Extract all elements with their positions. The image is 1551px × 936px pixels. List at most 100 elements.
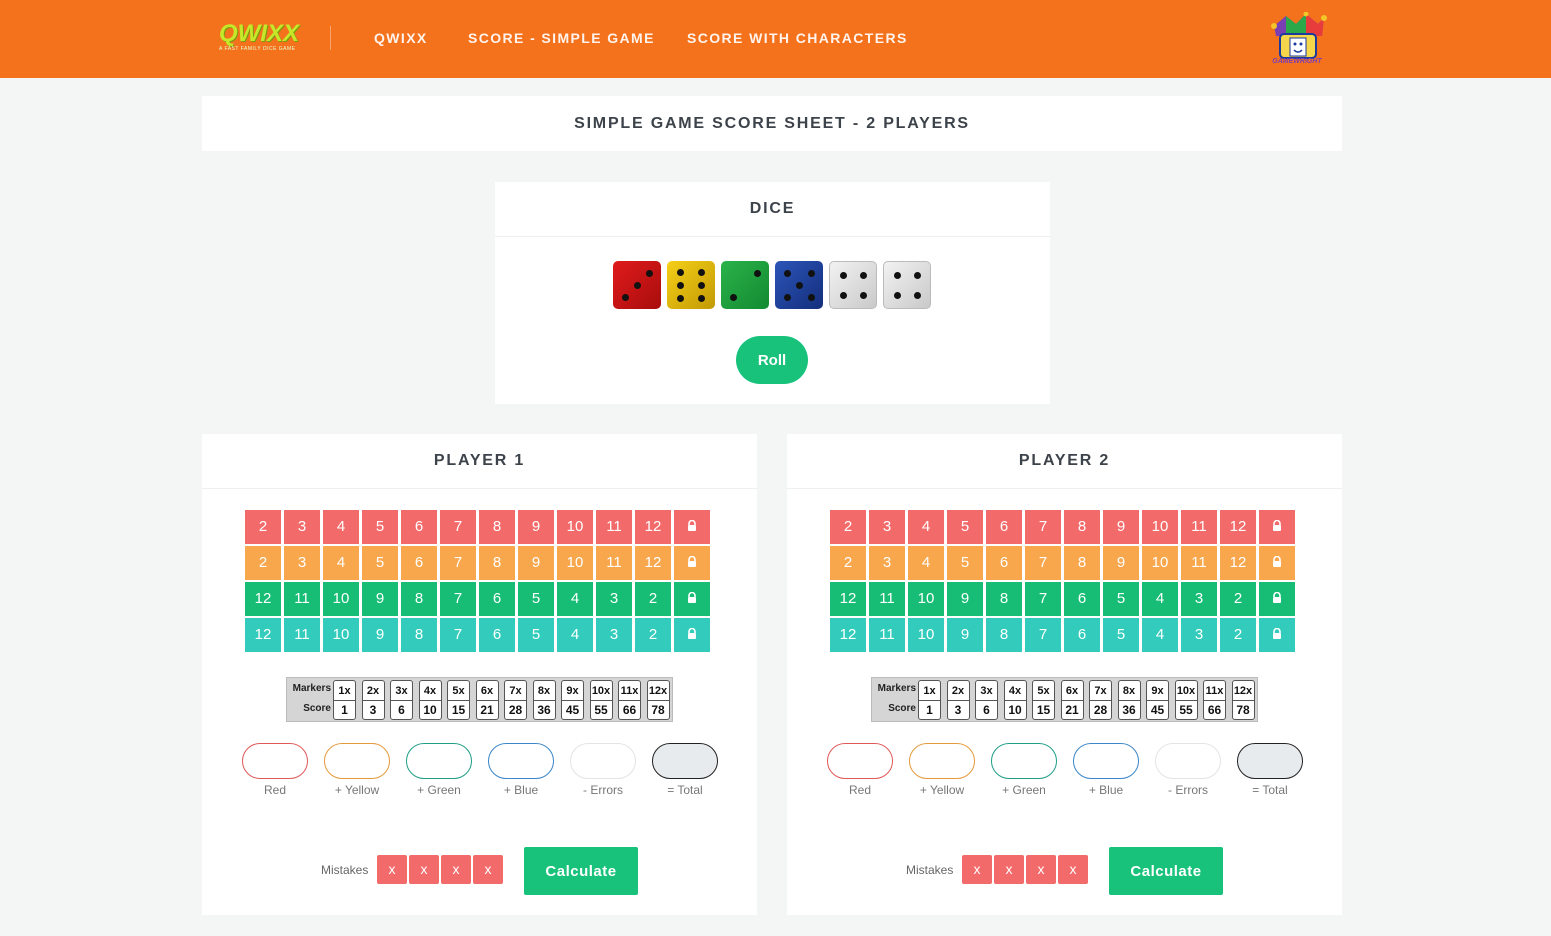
lock-icon[interactable] [1259, 618, 1295, 652]
yellow-cell[interactable]: 9 [1103, 546, 1139, 580]
blue-cell[interactable]: 6 [479, 618, 515, 652]
lock-icon[interactable] [1259, 510, 1295, 544]
yellow-cell[interactable]: 7 [1025, 546, 1061, 580]
green-cell[interactable]: 9 [362, 582, 398, 616]
red-cell[interactable]: 3 [284, 510, 320, 544]
green-cell[interactable]: 2 [635, 582, 671, 616]
green-cell[interactable]: 5 [1103, 582, 1139, 616]
red-cell[interactable]: 12 [635, 510, 671, 544]
yellow-total-field[interactable] [324, 743, 390, 779]
green-total-field[interactable] [406, 743, 472, 779]
blue-cell[interactable]: 7 [440, 618, 476, 652]
red-cell[interactable]: 2 [245, 510, 281, 544]
yellow-cell[interactable]: 2 [830, 546, 866, 580]
green-cell[interactable]: 8 [401, 582, 437, 616]
yellow-cell[interactable]: 11 [1181, 546, 1217, 580]
red-cell[interactable]: 9 [518, 510, 554, 544]
red-cell[interactable]: 11 [1181, 510, 1217, 544]
red-cell[interactable]: 3 [869, 510, 905, 544]
blue-cell[interactable]: 12 [245, 618, 281, 652]
lock-icon[interactable] [1259, 582, 1295, 616]
yellow-cell[interactable]: 5 [947, 546, 983, 580]
lock-icon[interactable] [674, 618, 710, 652]
green-cell[interactable]: 8 [986, 582, 1022, 616]
green-cell[interactable]: 5 [518, 582, 554, 616]
red-total-field[interactable] [827, 743, 893, 779]
blue-cell[interactable]: 12 [830, 618, 866, 652]
lock-icon[interactable] [674, 582, 710, 616]
green-cell[interactable]: 10 [323, 582, 359, 616]
blue-cell[interactable]: 2 [1220, 618, 1256, 652]
errors-total-field[interactable] [570, 743, 636, 779]
green-cell[interactable]: 10 [908, 582, 944, 616]
red-cell[interactable]: 7 [440, 510, 476, 544]
red-cell[interactable]: 5 [947, 510, 983, 544]
yellow-cell[interactable]: 2 [245, 546, 281, 580]
blue-cell[interactable]: 7 [1025, 618, 1061, 652]
blue-cell[interactable]: 9 [947, 618, 983, 652]
calculate-button[interactable]: Calculate [1109, 847, 1223, 895]
green-cell[interactable]: 6 [1064, 582, 1100, 616]
mistake-box[interactable]: x [377, 855, 407, 884]
blue-cell[interactable]: 6 [1064, 618, 1100, 652]
green-cell[interactable]: 4 [557, 582, 593, 616]
blue-cell[interactable]: 10 [908, 618, 944, 652]
red-cell[interactable]: 4 [908, 510, 944, 544]
mistake-box[interactable]: x [1026, 855, 1056, 884]
grand-total-field[interactable] [1237, 743, 1303, 779]
blue-total-field[interactable] [488, 743, 554, 779]
green-cell[interactable]: 3 [1181, 582, 1217, 616]
roll-button[interactable]: Roll [736, 336, 808, 384]
mistake-box[interactable]: x [1058, 855, 1088, 884]
yellow-cell[interactable]: 4 [323, 546, 359, 580]
blue-cell[interactable]: 10 [323, 618, 359, 652]
red-cell[interactable]: 2 [830, 510, 866, 544]
yellow-cell[interactable]: 10 [1142, 546, 1178, 580]
blue-cell[interactable]: 3 [596, 618, 632, 652]
red-cell[interactable]: 5 [362, 510, 398, 544]
red-cell[interactable]: 6 [401, 510, 437, 544]
green-cell[interactable]: 11 [869, 582, 905, 616]
yellow-cell[interactable]: 8 [1064, 546, 1100, 580]
yellow-cell[interactable]: 3 [284, 546, 320, 580]
nav-link-qwixx[interactable]: QWIXX [374, 30, 428, 46]
lock-icon[interactable] [674, 510, 710, 544]
green-cell[interactable]: 11 [284, 582, 320, 616]
red-cell[interactable]: 8 [479, 510, 515, 544]
red-cell[interactable]: 10 [1142, 510, 1178, 544]
errors-total-field[interactable] [1155, 743, 1221, 779]
yellow-cell[interactable]: 11 [596, 546, 632, 580]
green-cell[interactable]: 12 [830, 582, 866, 616]
green-cell[interactable]: 9 [947, 582, 983, 616]
lock-icon[interactable] [1259, 546, 1295, 580]
green-cell[interactable]: 7 [1025, 582, 1061, 616]
red-cell[interactable]: 8 [1064, 510, 1100, 544]
green-cell[interactable]: 4 [1142, 582, 1178, 616]
blue-cell[interactable]: 4 [557, 618, 593, 652]
blue-total-field[interactable] [1073, 743, 1139, 779]
grand-total-field[interactable] [652, 743, 718, 779]
red-cell[interactable]: 12 [1220, 510, 1256, 544]
yellow-cell[interactable]: 6 [986, 546, 1022, 580]
green-cell[interactable]: 2 [1220, 582, 1256, 616]
yellow-cell[interactable]: 8 [479, 546, 515, 580]
mistake-box[interactable]: x [441, 855, 471, 884]
nav-link-score-simple-game[interactable]: SCORE - SIMPLE GAME [468, 30, 655, 46]
mistake-box[interactable]: x [473, 855, 503, 884]
mistake-box[interactable]: x [994, 855, 1024, 884]
red-cell[interactable]: 4 [323, 510, 359, 544]
red-cell[interactable]: 11 [596, 510, 632, 544]
red-cell[interactable]: 9 [1103, 510, 1139, 544]
blue-cell[interactable]: 8 [401, 618, 437, 652]
green-total-field[interactable] [991, 743, 1057, 779]
red-cell[interactable]: 10 [557, 510, 593, 544]
nav-link-score-with-characters[interactable]: SCORE WITH CHARACTERS [687, 30, 908, 46]
yellow-cell[interactable]: 7 [440, 546, 476, 580]
green-cell[interactable]: 12 [245, 582, 281, 616]
yellow-cell[interactable]: 9 [518, 546, 554, 580]
gamewright-logo[interactable]: GAMEWRIGHT [1266, 11, 1328, 68]
blue-cell[interactable]: 5 [518, 618, 554, 652]
yellow-cell[interactable]: 4 [908, 546, 944, 580]
blue-cell[interactable]: 3 [1181, 618, 1217, 652]
calculate-button[interactable]: Calculate [524, 847, 638, 895]
